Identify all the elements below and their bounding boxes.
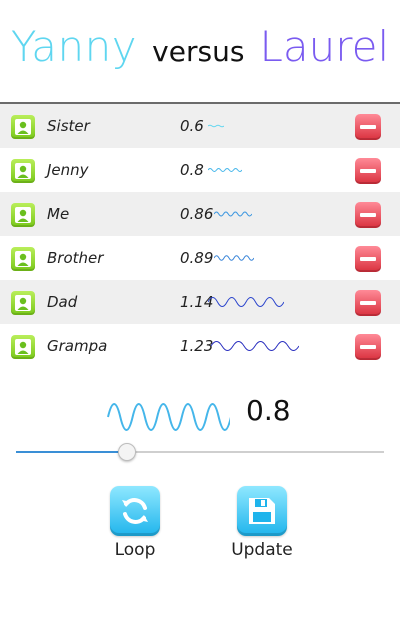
waveform-graphic — [208, 124, 224, 128]
title-laurel: Laurel — [259, 22, 390, 71]
person-icon — [11, 291, 35, 315]
minus-icon — [360, 169, 376, 173]
list-item[interactable]: Sister 0.6 — [0, 104, 400, 148]
current-waveform — [107, 403, 230, 431]
list-item[interactable]: Grampa 1.23 — [0, 324, 400, 368]
refresh-icon — [122, 498, 148, 524]
value-slider[interactable] — [16, 443, 384, 461]
remove-button[interactable] — [355, 202, 381, 228]
person-name: Jenny — [47, 161, 89, 179]
app-title: Yanny versus Laurel — [0, 22, 400, 82]
person-name: Grampa — [47, 337, 108, 355]
update-label: Update — [231, 540, 293, 560]
person-icon — [11, 159, 35, 183]
save-icon — [249, 498, 275, 524]
list-item[interactable]: Jenny 0.8 — [0, 148, 400, 192]
slider-fill — [16, 451, 126, 453]
remove-button[interactable] — [355, 158, 381, 184]
minus-icon — [360, 125, 376, 129]
person-name: Me — [47, 205, 70, 223]
list-item[interactable]: Brother 0.89 — [0, 236, 400, 280]
person-value: 0.8 — [180, 161, 204, 179]
person-icon — [11, 203, 35, 227]
waveform-graphic — [211, 341, 299, 351]
list-item[interactable]: Dad 1.14 — [0, 280, 400, 324]
minus-icon — [360, 301, 376, 305]
remove-button[interactable] — [355, 114, 381, 140]
slider-thumb[interactable] — [118, 443, 136, 461]
person-value: 0.89 — [180, 249, 214, 267]
people-list: Sister 0.6 Jenny 0.8 Me 0.86 Brother 0.8… — [0, 102, 400, 368]
waveform-graphic — [214, 255, 254, 261]
minus-icon — [360, 257, 376, 261]
person-value: 1.23 — [180, 337, 214, 355]
waveform-graphic — [214, 211, 252, 217]
update-button[interactable] — [237, 486, 287, 536]
remove-button[interactable] — [355, 246, 381, 272]
person-icon — [11, 335, 35, 359]
person-name: Sister — [47, 117, 90, 135]
person-name: Brother — [47, 249, 104, 267]
loop-action[interactable]: Loop — [90, 486, 180, 560]
update-action[interactable]: Update — [217, 486, 307, 560]
current-value: 0.8 — [246, 394, 291, 427]
remove-button[interactable] — [355, 290, 381, 316]
person-value: 0.86 — [180, 205, 214, 223]
minus-icon — [360, 213, 376, 217]
title-yanny: Yanny — [10, 22, 138, 71]
remove-button[interactable] — [355, 334, 381, 360]
person-icon — [11, 115, 35, 139]
person-icon — [11, 247, 35, 271]
title-versus: versus — [152, 35, 245, 68]
person-name: Dad — [47, 293, 78, 311]
loop-button[interactable] — [110, 486, 160, 536]
minus-icon — [360, 345, 376, 349]
waveform-graphic — [208, 297, 284, 307]
loop-label: Loop — [114, 540, 156, 560]
person-value: 0.6 — [180, 117, 204, 135]
waveform-graphic — [208, 168, 242, 172]
list-item[interactable]: Me 0.86 — [0, 192, 400, 236]
